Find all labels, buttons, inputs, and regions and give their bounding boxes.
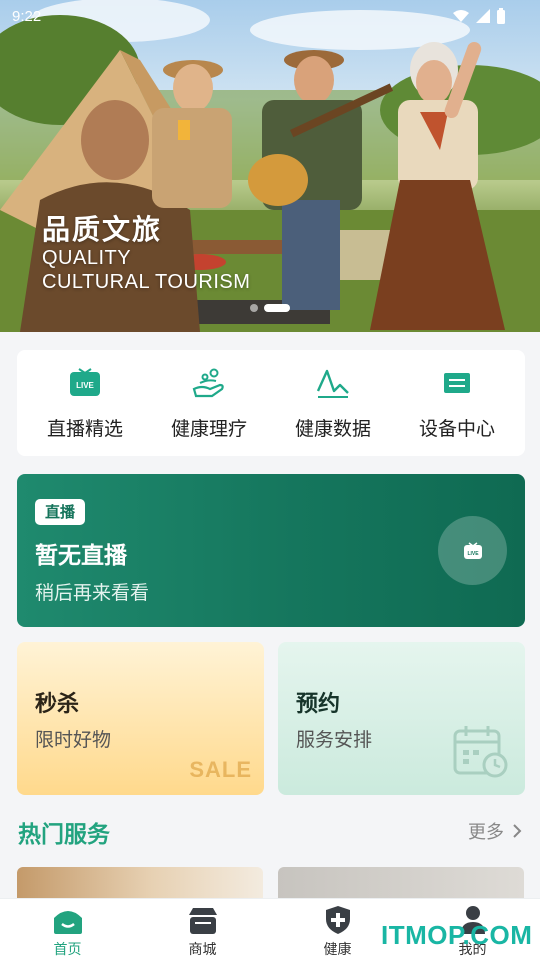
quick-nav-therapy[interactable]: 健康理疗 bbox=[150, 366, 268, 441]
quick-nav-label: 直播精选 bbox=[46, 417, 123, 440]
hot-services-title: 热门服务 bbox=[18, 822, 110, 848]
banner-title: 品质文旅 bbox=[42, 213, 163, 246]
quick-nav-label: 健康理疗 bbox=[170, 417, 247, 440]
live-title: 暂无直播 bbox=[35, 543, 127, 569]
booking-card[interactable]: 预约 服务安排 bbox=[278, 642, 525, 795]
wifi-icon bbox=[453, 10, 469, 22]
svg-text:LIVE: LIVE bbox=[76, 381, 94, 390]
live-badge: 直播 bbox=[35, 499, 86, 525]
flash-sale-subtitle: 限时好物 bbox=[35, 729, 112, 751]
calendar-clock-icon bbox=[453, 726, 508, 778]
health-chart-icon bbox=[316, 366, 350, 400]
live-card[interactable]: 直播 暂无直播 稍后再来看看 LIVE bbox=[17, 474, 525, 627]
therapy-hand-icon bbox=[192, 366, 226, 400]
banner-dot-active[interactable] bbox=[264, 304, 290, 312]
live-play-button[interactable]: LIVE bbox=[438, 516, 507, 585]
quick-nav-card: LIVE 直播精选 健康理疗 健康数据 设备中心 bbox=[17, 350, 525, 456]
flash-sale-title: 秒杀 bbox=[35, 692, 80, 717]
status-time: 9:22 bbox=[12, 7, 42, 25]
tab-label: 首页 bbox=[53, 942, 82, 958]
more-link-label: 更多 bbox=[468, 822, 504, 843]
live-subtitle: 稍后再来看看 bbox=[35, 582, 150, 604]
quick-nav-live[interactable]: LIVE 直播精选 bbox=[26, 366, 144, 441]
home-icon bbox=[51, 905, 85, 935]
live-tv-icon: LIVE bbox=[68, 366, 102, 400]
shop-icon bbox=[186, 905, 220, 935]
more-link[interactable]: 更多 bbox=[468, 818, 522, 844]
status-icons bbox=[452, 8, 506, 24]
tab-shop[interactable]: 商城 bbox=[153, 905, 253, 959]
banner-pagination[interactable] bbox=[250, 304, 290, 312]
tab-label: 商城 bbox=[188, 942, 217, 958]
signal-icon bbox=[476, 9, 490, 23]
booking-subtitle: 服务安排 bbox=[296, 729, 373, 751]
tab-health[interactable]: 健康 bbox=[288, 905, 388, 959]
quick-nav-device[interactable]: 设备中心 bbox=[398, 366, 516, 441]
flash-sale-card[interactable]: 秒杀 限时好物 SALE bbox=[17, 642, 264, 795]
status-bar: 9:22 bbox=[0, 0, 540, 32]
tab-label: 健康 bbox=[323, 942, 352, 958]
quick-nav-label: 设备中心 bbox=[418, 417, 495, 440]
booking-title: 预约 bbox=[296, 692, 341, 717]
banner-dot[interactable] bbox=[250, 304, 258, 312]
quick-nav-label: 健康数据 bbox=[294, 417, 371, 440]
banner-subtitle-line1: QUALITY bbox=[42, 247, 132, 269]
sale-decor-text: SALE bbox=[189, 757, 252, 782]
hero-banner[interactable]: 9:22 品质文旅 QUALITY CULTURAL TOURISM bbox=[0, 0, 540, 332]
health-shield-icon bbox=[321, 905, 355, 935]
quick-nav-health-data[interactable]: 健康数据 bbox=[274, 366, 392, 441]
watermark-text: ITMOP.COM bbox=[381, 920, 533, 950]
live-tv-icon: LIVE bbox=[463, 541, 482, 559]
tab-home[interactable]: 首页 bbox=[18, 905, 118, 959]
banner-subtitle-line2: CULTURAL TOURISM bbox=[42, 271, 251, 293]
svg-text:LIVE: LIVE bbox=[467, 551, 479, 557]
device-icon bbox=[440, 366, 474, 400]
chevron-right-icon bbox=[513, 824, 522, 838]
battery-icon bbox=[497, 8, 505, 24]
